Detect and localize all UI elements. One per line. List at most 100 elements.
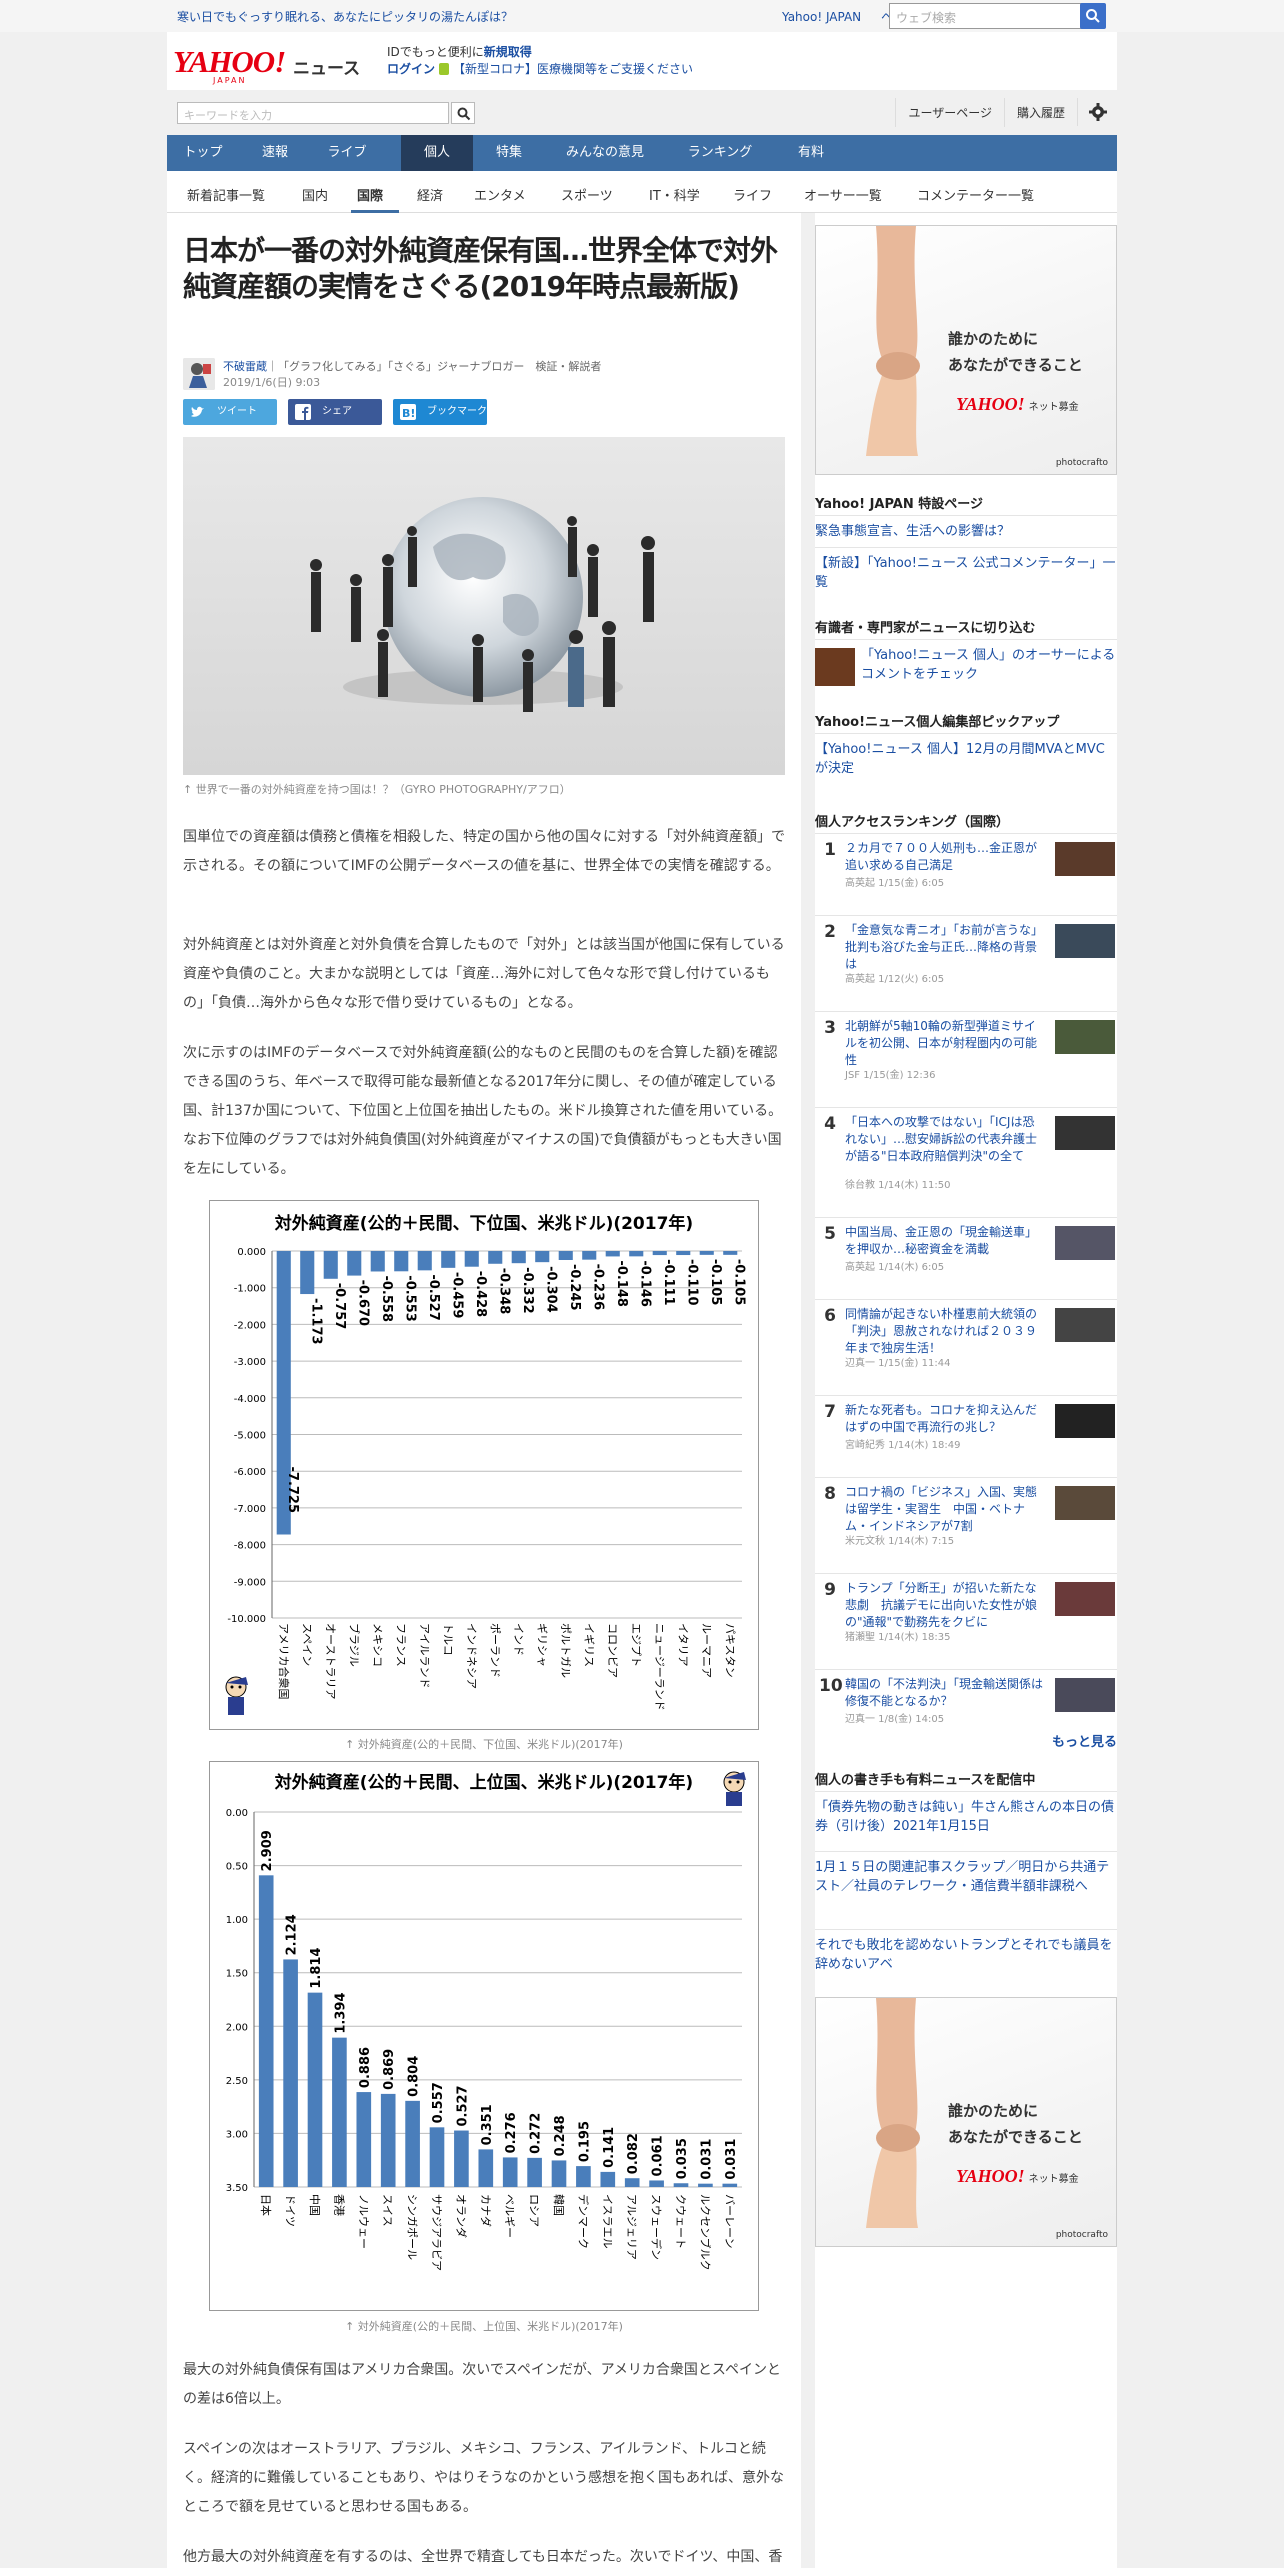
category-label: ギリシャ	[535, 1623, 548, 1667]
rank-thumbnail[interactable]	[1055, 1020, 1115, 1054]
special-page-link[interactable]: 緊急事態宣言、生活への影響は？	[815, 515, 1117, 541]
snav-latest[interactable]: 新着記事一覧	[187, 185, 265, 204]
rank-title[interactable]: 韓国の「不法判決」「現金輸送関係は修復不能となるか？	[845, 1676, 1045, 1710]
rank-title[interactable]: 新たな死者も。コロナを抑え込んだはずの中国で再流行の兆し？	[845, 1402, 1045, 1436]
photo-caption: ↑ 世界で一番の対外純資産を持つ国は！？（GYRO PHOTOGRAPHY/アフ…	[183, 783, 571, 796]
paid-news-link[interactable]: 「債券先物の動きは鈍い」牛さん熊さんの本日の債券（引け後）2021年1月15日	[815, 1791, 1117, 1836]
pickup-link[interactable]: 【Yahoo!ニュース 個人】12月の月間MVAとMVCが決定	[815, 733, 1117, 778]
ranking-item[interactable]: 8 コロナ禍の「ビジネス」入国、実態は留学生・実習生 中国・ベトナム・インドネシア…	[815, 1477, 1117, 1549]
keyword-search-button[interactable]	[451, 102, 475, 124]
tick-label: 1.50	[226, 1969, 248, 1980]
category-label: サウジアラビア	[430, 2194, 443, 2271]
yahoo-news-logo[interactable]: YAHOO! JAPAN ニュース	[173, 42, 373, 85]
gnav-breaking[interactable]: 速報	[239, 135, 311, 171]
ranking-item[interactable]: 2 「金意気な青ニオ」「お前が言うな」批判も浴びた金与正氏…降格の背景は 高英起 1…	[815, 915, 1117, 987]
gnav-feature[interactable]: 特集	[473, 135, 545, 171]
data-label: 0.031	[699, 2139, 714, 2180]
category-label: ロシア	[528, 2194, 541, 2227]
rank-thumbnail[interactable]	[1055, 1486, 1115, 1520]
gnav-live[interactable]: ライブ	[311, 135, 383, 171]
chart2-caption: ↑ 対外純資産(公的＋民間、上位国、米兆ドル)(2017年)	[345, 2320, 623, 2333]
data-label: 1.394	[333, 1993, 348, 2034]
rank-meta: 辺真一 1/15(金) 11:44	[845, 1358, 951, 1369]
more-link[interactable]: もっと見る	[1052, 1731, 1117, 1750]
paid-news-link[interactable]: 1月１５日の関連記事スクラップ／明日から共通テスト／社員のテレワーク・通信費半額…	[815, 1851, 1117, 1896]
snav-it-science[interactable]: IT・科学	[649, 185, 700, 204]
gnav-ranking[interactable]: ランキング	[665, 135, 775, 171]
expert-link[interactable]: 「Yahoo!ニュース 個人」のオーサーによるコメントをチェック	[815, 639, 1117, 687]
user-page-link[interactable]: ユーザーページ	[895, 98, 1004, 127]
ranking-item[interactable]: 1 ２カ月で７００人処刑も…金正恩が追い求める自己満足 高英起 1/15(金) 6:…	[815, 833, 1117, 891]
article: 日本が一番の対外純資産保有国…世界全体で対外純資産額の実情をさぐる(2019年時…	[167, 213, 801, 2568]
tweet-button[interactable]: ツイート	[183, 399, 277, 425]
login-link[interactable]: ログイン	[387, 62, 435, 76]
rank-number: 2	[824, 922, 836, 942]
bar	[723, 1251, 738, 1255]
ranking-item[interactable]: 7 新たな死者も。コロナを抑え込んだはずの中国で再流行の兆し？ 宮崎紀秀 1/14(…	[815, 1395, 1117, 1453]
rank-thumbnail[interactable]	[1055, 1582, 1115, 1616]
facebook-share-button[interactable]: シェア	[288, 399, 382, 425]
tick-label: -5.000	[234, 1431, 266, 1442]
category-label: 香港	[332, 2194, 345, 2216]
rank-title[interactable]: 北朝鮮が5軸10輪の新型弾道ミサイルを初公開、日本が射程圏内の可能性	[845, 1018, 1045, 1069]
author-name[interactable]: 不破雷蔵	[223, 360, 267, 373]
rank-thumbnail[interactable]	[1055, 842, 1115, 876]
rank-title[interactable]: 同情論が起きない朴槿恵前大統領の「判決」恩赦されなければ２０３９年まで独房生活！	[845, 1306, 1045, 1357]
ranking-item[interactable]: 5 中国当局、金正恩の「現金輸送車」を押収か…秘密資金を満載 高英起 1/14(木)…	[815, 1217, 1117, 1275]
rank-title[interactable]: 「金意気な青ニオ」「お前が言うな」批判も浴びた金与正氏…降格の背景は	[845, 922, 1045, 973]
bar	[624, 2178, 640, 2187]
snav-authors[interactable]: オーサー一覧	[804, 185, 882, 204]
paid-news-link[interactable]: それでも敗北を認めないトランプとそれでも議員を辞めないアベ	[815, 1929, 1117, 1974]
donation-ad[interactable]: 誰かのために あなたができること YAHOO! ネット募金 photocrafto	[815, 1997, 1117, 2247]
donation-ad[interactable]: 誰かのために あなたができること YAHOO! ネット募金 photocrafto	[815, 225, 1117, 475]
rank-thumbnail[interactable]	[1055, 1678, 1115, 1712]
web-search-input[interactable]: ウェブ検索	[889, 3, 1084, 29]
ranking-item[interactable]: 4 「日本への攻撃ではない」「ICJは恐れない」…慰安婦訴訟の代表弁護士が語る"日…	[815, 1107, 1117, 1193]
category-labels: アメリカ合衆国 スペイン オーストラリア ブラジル メキシコ フランス アイルランド トルコイ…	[277, 1623, 737, 1711]
history-link[interactable]: 購入履歴	[1003, 98, 1077, 127]
tick-label: 3.00	[226, 2129, 248, 2140]
snav-commentators[interactable]: コメンテーター一覧	[917, 185, 1034, 204]
gnav-top[interactable]: トップ	[167, 135, 239, 171]
category-label: 日本	[259, 2194, 273, 2216]
rank-thumbnail[interactable]	[1055, 1226, 1115, 1260]
ranking-item[interactable]: 6 同情論が起きない朴槿恵前大統領の「判決」恩赦されなければ２０３９年まで独房生活…	[815, 1299, 1117, 1371]
rank-thumbnail[interactable]	[1055, 1308, 1115, 1342]
snav-sports[interactable]: スポーツ	[561, 185, 613, 204]
rank-title[interactable]: 「日本への攻撃ではない」「ICJは恐れない」…慰安婦訴訟の代表弁護士が語る"日本…	[845, 1114, 1045, 1165]
bar	[488, 1251, 503, 1264]
covid-support-link[interactable]: 【新型コロナ】医療機関等をご支援ください	[453, 62, 693, 76]
rank-title[interactable]: トランプ「分断王」が招いた新たな悲劇 抗議デモに出向いた女性が娘の"通報"で勤務…	[845, 1580, 1045, 1631]
rank-thumbnail[interactable]	[1055, 1116, 1115, 1150]
rank-title[interactable]: コロナ禍の「ビジネス」入国、実態は留学生・実習生 中国・ベトナム・インドネシアが…	[845, 1484, 1045, 1535]
rank-thumbnail[interactable]	[1055, 1404, 1115, 1438]
gnav-personal[interactable]: 個人	[401, 135, 473, 171]
rank-thumbnail[interactable]	[1055, 924, 1115, 958]
rank-meta: 米元文秋 1/14(木) 7:15	[845, 1536, 955, 1547]
ranking-item[interactable]: 10 韓国の「不法判決」「現金輸送関係は修復不能となるか？ 辺真一 1/8(金) 1…	[815, 1669, 1117, 1727]
yahoo-japan-link[interactable]: Yahoo! JAPAN	[782, 10, 861, 24]
rank-title[interactable]: ２カ月で７００人処刑も…金正恩が追い求める自己満足	[845, 840, 1045, 874]
snav-economy[interactable]: 経済	[417, 185, 443, 204]
article-date: 2019/1/6(日) 9:03	[223, 376, 321, 389]
snav-entertainment[interactable]: エンタメ	[474, 185, 526, 204]
ranking-item[interactable]: 3 北朝鮮が5軸10輪の新型弾道ミサイルを初公開、日本が射程圏内の可能性 JSF 1…	[815, 1011, 1117, 1083]
snav-international[interactable]: 国際	[357, 185, 383, 204]
avatar[interactable]	[183, 358, 215, 390]
rank-title[interactable]: 中国当局、金正恩の「現金輸送車」を押収か…秘密資金を満載	[845, 1224, 1045, 1258]
keyword-input[interactable]: キーワードを入力	[177, 102, 449, 124]
twitter-icon	[191, 406, 204, 417]
special-page-link[interactable]: 【新設】「Yahoo!ニュース 公式コメンテーター」一覧	[815, 547, 1117, 592]
snav-domestic[interactable]: 国内	[302, 185, 328, 204]
promo-link[interactable]: 寒い日でもぐっすり眠れる、あなたにピッタリの湯たんぽは？	[177, 8, 513, 25]
bar	[629, 1251, 644, 1257]
category-label: 中国	[308, 2194, 321, 2216]
ranking-item[interactable]: 9 トランプ「分断王」が招いた新たな悲劇 抗議デモに出向いた女性が娘の"通報"で勤…	[815, 1573, 1117, 1645]
gnav-opinion[interactable]: みんなの意見	[545, 135, 665, 171]
hatena-bookmark-button[interactable]: B! ブックマーク	[393, 399, 487, 425]
gnav-paid[interactable]: 有料	[775, 135, 847, 171]
web-search-button[interactable]	[1080, 3, 1106, 29]
snav-life[interactable]: ライフ	[733, 185, 772, 204]
register-link[interactable]: 新規取得	[484, 45, 532, 59]
settings-button[interactable]	[1077, 98, 1117, 126]
